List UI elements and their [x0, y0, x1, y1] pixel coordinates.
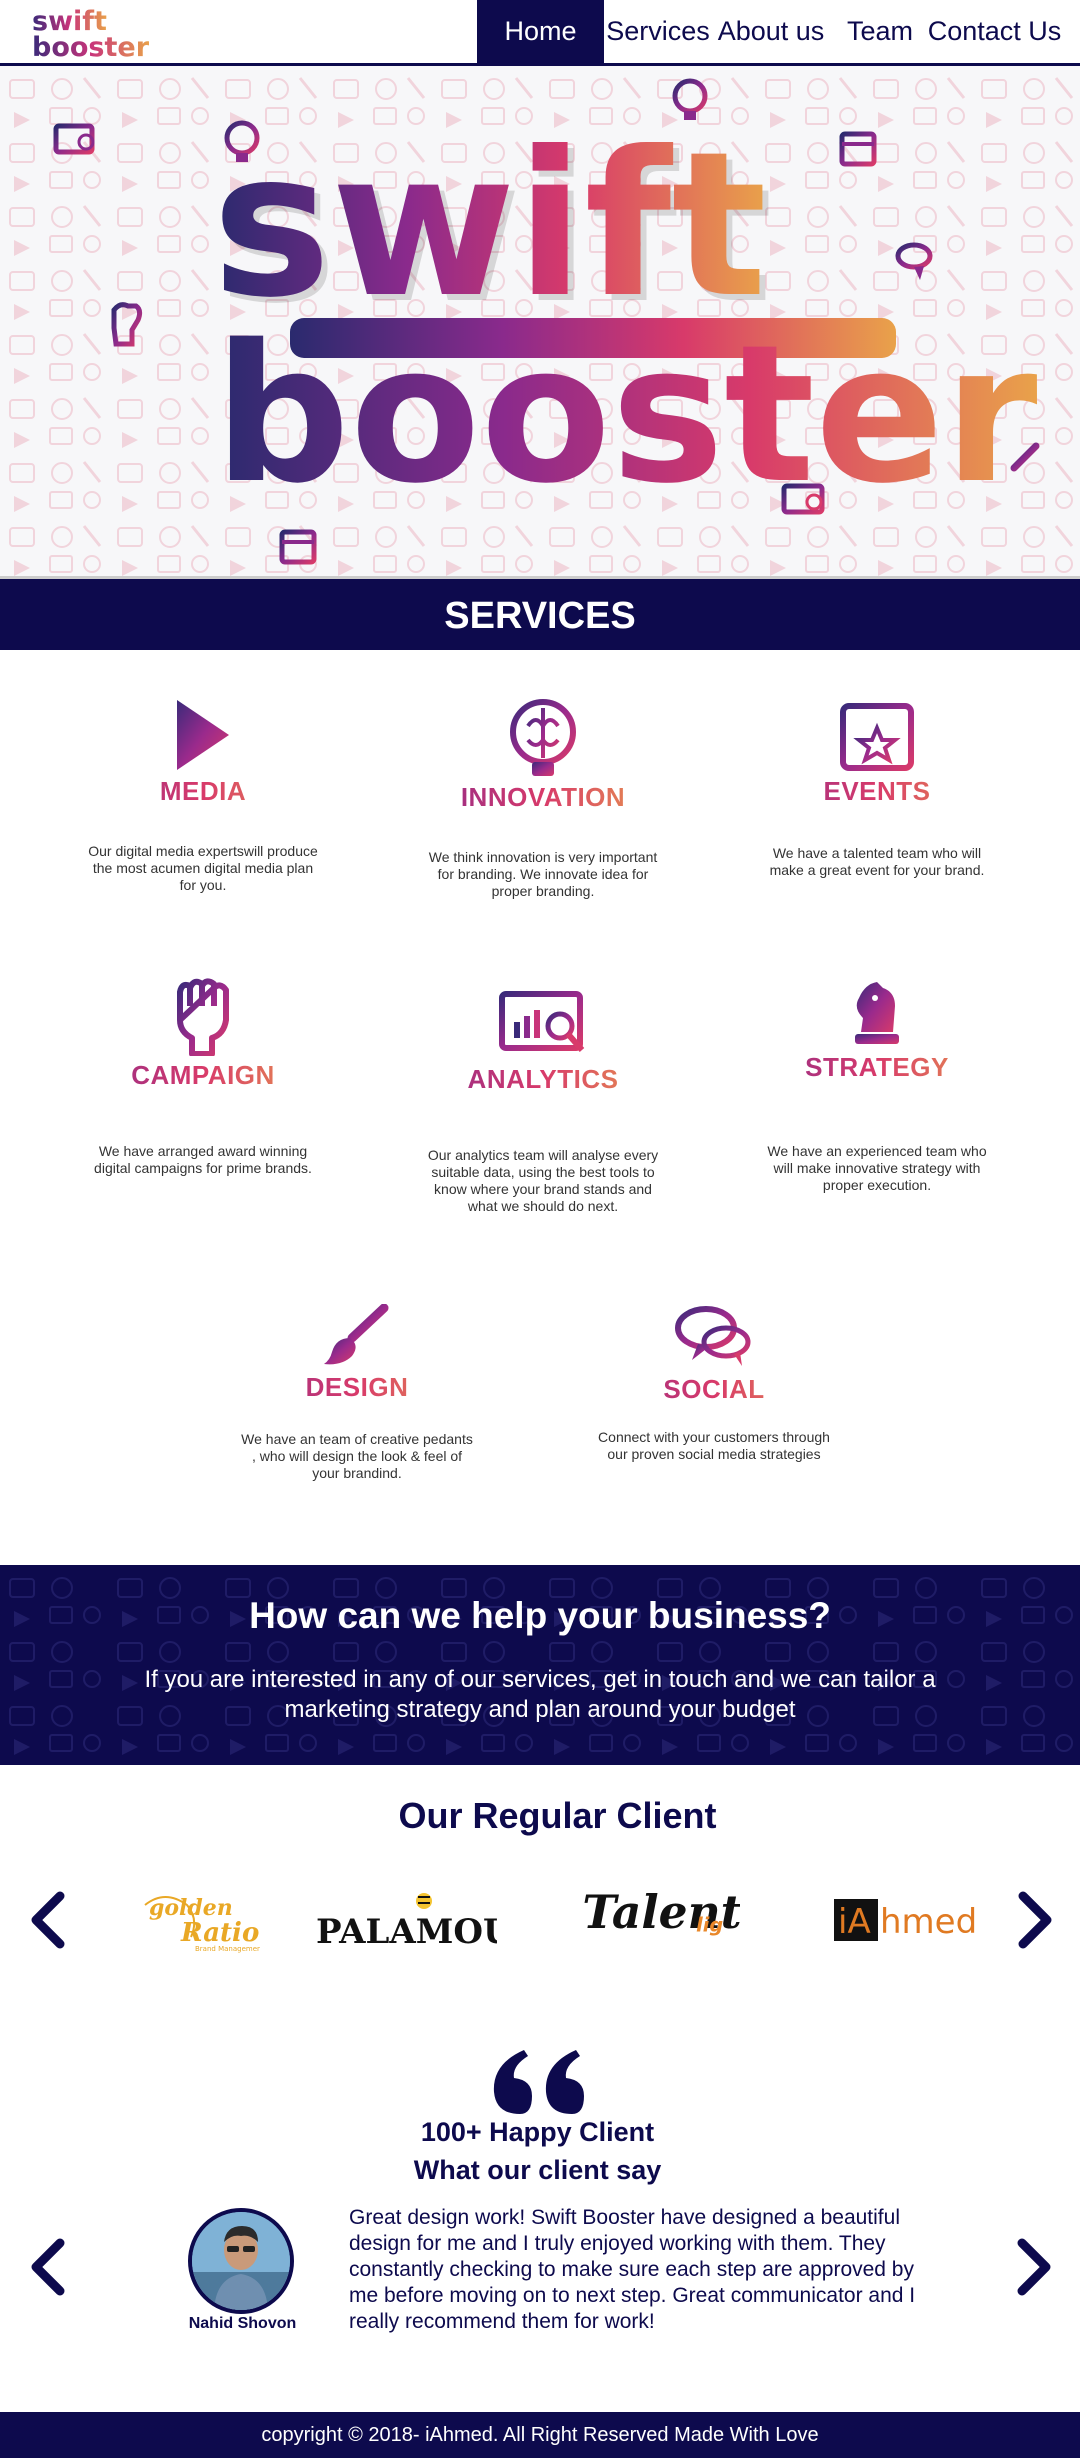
- service-strategy-desc: We have an experienced team who will mak…: [767, 1143, 987, 1193]
- testimonial-next-arrow-icon[interactable]: [1012, 2237, 1058, 2297]
- clients-next-arrow-icon[interactable]: [1013, 1890, 1059, 1950]
- analytics-screen-icon: [499, 991, 585, 1057]
- services-title: SERVICES: [444, 595, 636, 637]
- service-social[interactable]: SOCIAL Connect with your customers throu…: [584, 1304, 844, 1463]
- service-strategy-name: STRATEGY: [747, 1052, 1007, 1083]
- help-banner: How can we help your business? If you ar…: [0, 1565, 1080, 1765]
- help-title: How can we help your business?: [249, 1595, 831, 1636]
- service-campaign-name: CAMPAIGN: [73, 1060, 333, 1091]
- clients-title: Our Regular Client: [398, 1795, 717, 1836]
- raised-fist-icon: [177, 978, 229, 1056]
- service-campaign-desc: We have arranged award winning digital c…: [94, 1143, 312, 1176]
- client-name: Nahid Shovon: [188, 2315, 297, 2332]
- nav-about-us[interactable]: About us: [712, 0, 830, 66]
- brain-icon: [510, 699, 576, 776]
- service-media[interactable]: MEDIA Our digital media expertswill prod…: [73, 698, 333, 894]
- hero-banner: swift swift booster: [0, 66, 1080, 576]
- golden-ratio-line2: Ratio: [180, 1918, 259, 1948]
- testimonial-text: Great design work! Swift Booster have de…: [349, 2206, 916, 2333]
- service-analytics[interactable]: ANALYTICS Our analytics team will analys…: [413, 990, 673, 1215]
- service-events-name: EVENTS: [747, 776, 1007, 807]
- top-navbar: swift booster Home Services About us Tea…: [0, 0, 1080, 66]
- paintbrush-icon: [324, 1304, 389, 1365]
- footer-copyright: copyright © 2018- iAhmed. All Right Rese…: [261, 2424, 819, 2446]
- service-innovation-name: INNOVATION: [413, 782, 673, 813]
- iahmed-boxed: iA: [838, 1902, 871, 1942]
- client-logo-iahmed[interactable]: iA hmed: [830, 1885, 980, 1955]
- services-header-bar: SERVICES: [0, 576, 1080, 650]
- brand-logo[interactable]: swift booster: [30, 6, 150, 60]
- hero-logo-line2: booster: [214, 304, 1038, 525]
- clients-prev-arrow-icon[interactable]: [24, 1890, 70, 1950]
- service-design[interactable]: DESIGN We have an team of creative pedan…: [227, 1304, 487, 1482]
- nav-contact-us[interactable]: Contact Us: [926, 0, 1063, 66]
- client-logo-golden-ratio[interactable]: golden Ratio Brand Management: [135, 1885, 260, 1955]
- service-design-desc: We have an team of creative pedants , wh…: [241, 1431, 473, 1481]
- service-campaign[interactable]: CAMPAIGN We have arranged award winning …: [73, 976, 333, 1177]
- service-social-desc: Connect with your customers through our …: [598, 1429, 830, 1462]
- footer: copyright © 2018- iAhmed. All Right Rese…: [0, 2412, 1080, 2458]
- iahmed-rest: hmed: [880, 1902, 977, 1942]
- service-analytics-name: ANALYTICS: [413, 1064, 673, 1095]
- avatar-photo: [192, 2212, 290, 2310]
- service-design-name: DESIGN: [227, 1372, 487, 1403]
- quote-icon: [493, 2050, 584, 2114]
- play-icon: [177, 700, 229, 770]
- nav-team[interactable]: Team: [834, 0, 926, 66]
- service-events[interactable]: EVENTS We have a talented team who will …: [747, 698, 1007, 879]
- calendar-star-icon: [840, 703, 914, 771]
- service-innovation[interactable]: INNOVATION We think innovation is very i…: [413, 698, 673, 900]
- service-media-desc: Our digital media expertswill produce th…: [88, 843, 318, 893]
- chess-knight-icon: [855, 982, 899, 1044]
- service-analytics-desc: Our analytics team will analyse every su…: [427, 1147, 659, 1214]
- nav-services[interactable]: Services: [605, 0, 711, 66]
- help-text: If you are interested in any of our serv…: [144, 1666, 936, 1723]
- service-strategy[interactable]: STRATEGY We have an experienced team who…: [747, 978, 1007, 1194]
- hero-icon-pattern: swift swift booster: [0, 66, 1080, 576]
- client-logo-talent[interactable]: Talent lig: [570, 1877, 740, 1947]
- palamou-text: PALAMOU: [316, 1912, 497, 1952]
- talent-suffix: lig: [696, 1913, 723, 1936]
- client-logo-palamou[interactable]: PALAMOU: [312, 1885, 497, 1955]
- service-innovation-desc: We think innovation is very important fo…: [428, 849, 658, 899]
- client-avatar: [188, 2208, 294, 2314]
- golden-ratio-tagline: Brand Management: [195, 1945, 260, 1953]
- service-media-name: MEDIA: [73, 776, 333, 807]
- happy-client-count: 100+ Happy Client: [420, 2117, 655, 2147]
- service-social-name: SOCIAL: [584, 1374, 844, 1405]
- testimonial-subtitle: What our client say: [413, 2155, 662, 2185]
- page: swift booster Home Services About us Tea…: [0, 0, 1080, 2458]
- nav-home[interactable]: Home: [477, 0, 604, 66]
- logo-text-line2: booster: [32, 32, 150, 60]
- chat-bubbles-icon: [675, 1306, 751, 1366]
- service-events-desc: We have a talented team who will make a …: [769, 845, 985, 878]
- testimonial-prev-arrow-icon[interactable]: [24, 2237, 70, 2297]
